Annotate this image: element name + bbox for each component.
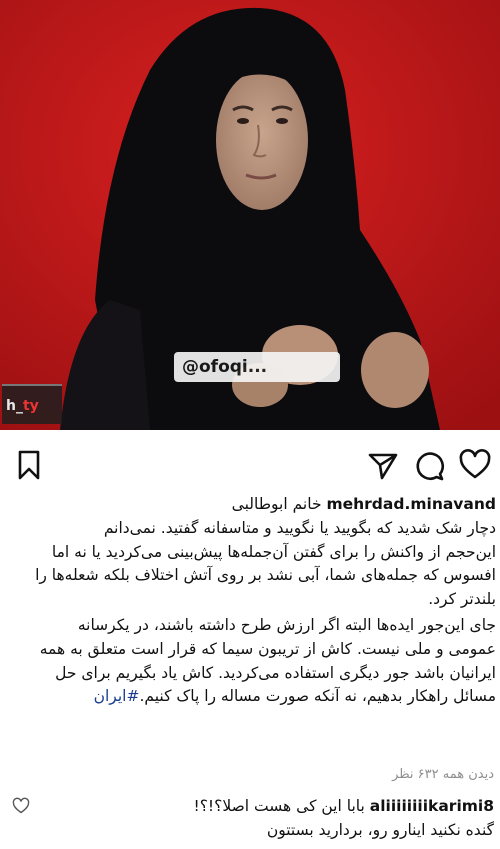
caption-line: افسوس که جمله‌های شما، آبی نشد بر روی آت…: [35, 566, 496, 585]
post-video[interactable]: @ofoqi... h_ty: [0, 0, 500, 430]
caption-last-line: مسائل راهکار بدهیم، نه آنکه صورت مساله ر…: [8, 685, 496, 709]
hashtag-link[interactable]: #ایران: [94, 687, 140, 705]
channel-logo-accent: ty: [22, 398, 39, 414]
channel-logo: h_ty: [2, 384, 62, 424]
caption-line: بلندتر کرد.: [428, 590, 496, 609]
comment-first-line: aliiiiiiiikarimi8 بابا این کی هست اصلا؟!…: [8, 794, 494, 818]
comment-text-line2: گنده نکنید اینارو رو، بردارید بستتون: [266, 821, 494, 839]
post-caption: mehrdad.minavand خانم ابوطالبی دچار شک ش…: [8, 493, 496, 709]
caption-line: جای این‌جور ایده‌ها البته اگر ارزش طرح د…: [77, 615, 496, 634]
comment-text: بابا این کی هست اصلا؟!؟!: [193, 797, 365, 815]
watermark-text: @ofoqi...: [174, 352, 340, 382]
post-username[interactable]: mehrdad.minavand: [326, 495, 496, 513]
post-action-bar: [0, 440, 500, 490]
caption-line: مسائل راهکار بدهیم، نه آنکه صورت مساله ر…: [139, 687, 496, 706]
comment-item: aliiiiiiiikarimi8 بابا این کی هست اصلا؟!…: [8, 794, 494, 842]
comment-icon[interactable]: [412, 448, 446, 482]
caption-line: دچار شک شدید که بگویید یا نگویید و متاسف…: [103, 518, 496, 537]
caption-line: عمومی و ملی نیست. کاش از تریبون سیما که …: [39, 639, 496, 658]
caption-line: خانم ابوطالبی: [231, 495, 322, 513]
caption-line: این‌حجم از واکنش را برای گفتن آن‌جمله‌ها…: [51, 542, 496, 561]
heart-icon[interactable]: [458, 448, 492, 482]
view-all-comments-link[interactable]: دیدن همه ۶۳۲ نظر: [8, 767, 494, 782]
bookmark-icon[interactable]: [12, 448, 46, 482]
channel-logo-main: h_: [6, 398, 23, 414]
caption-first-line: mehrdad.minavand خانم ابوطالبی: [8, 493, 496, 517]
comment-username[interactable]: aliiiiiiiikarimi8: [370, 797, 494, 815]
caption-line: ایرانیان باشد جور دیگری استفاده می‌کردید…: [55, 663, 496, 682]
send-icon[interactable]: [366, 448, 400, 482]
